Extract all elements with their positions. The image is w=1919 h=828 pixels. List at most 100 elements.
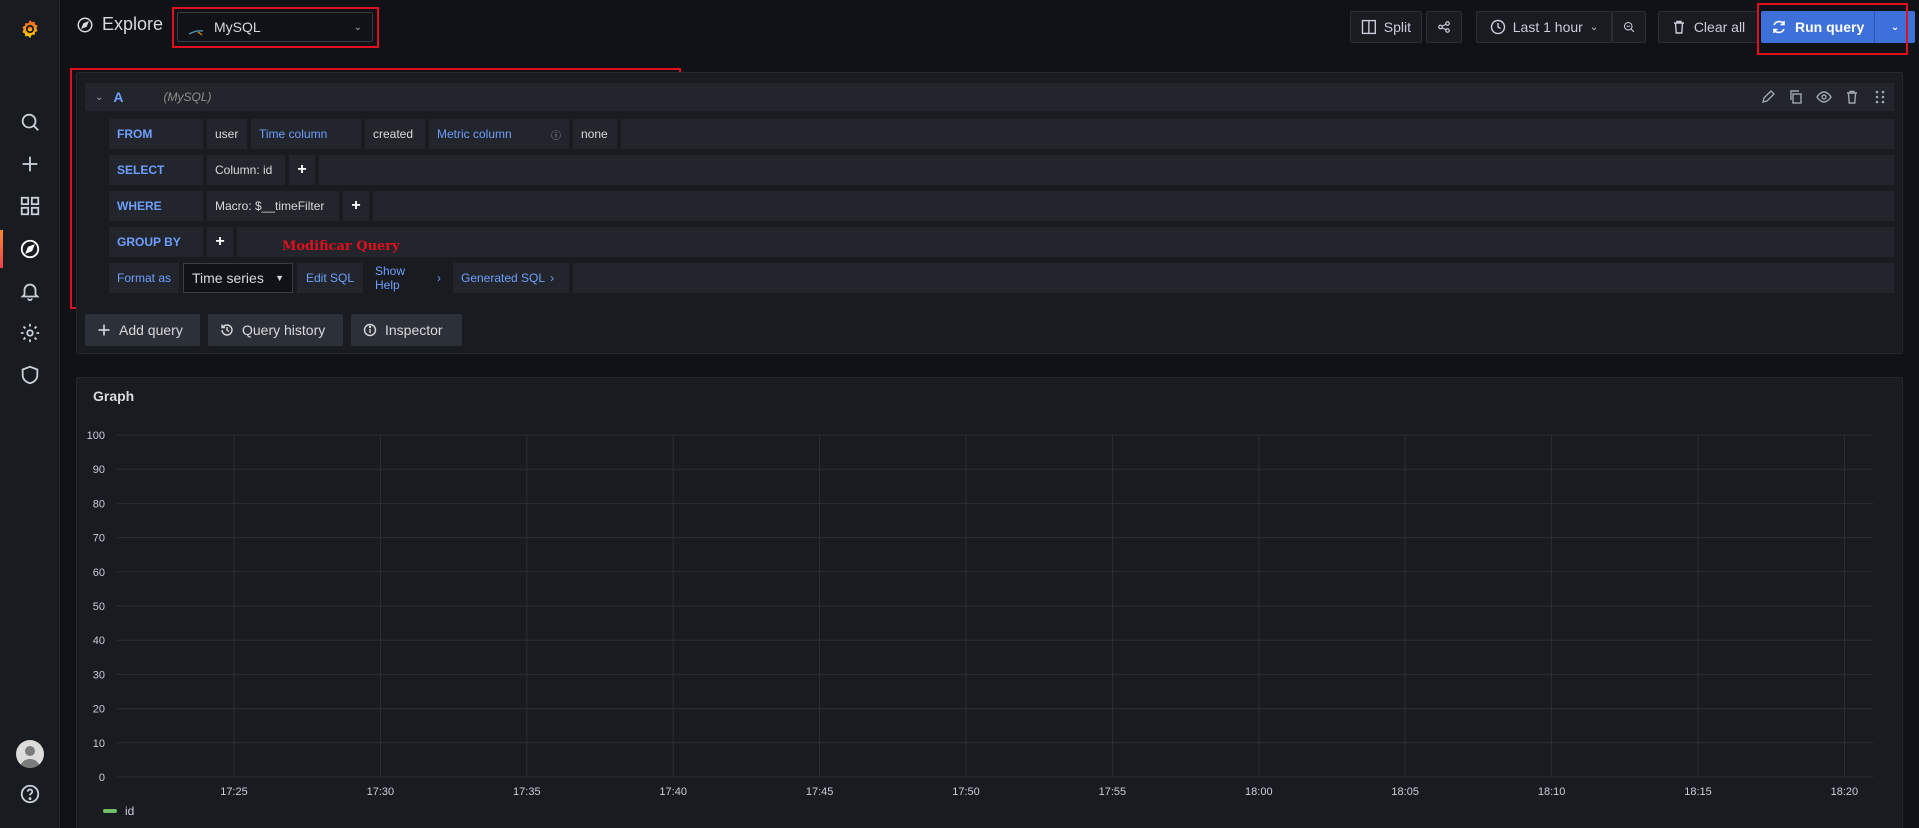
datasource-name: MySQL (214, 19, 261, 35)
x-tick-label: 17:35 (513, 786, 541, 798)
query-letter: A (113, 89, 124, 105)
x-tick-label: 18:10 (1538, 786, 1566, 798)
generated-sql-label: Generated SQL (461, 271, 546, 285)
x-tick-label: 17:40 (659, 786, 687, 798)
y-tick-label: 100 (87, 430, 105, 442)
inspector-label: Inspector (385, 322, 443, 338)
plus-icon[interactable] (0, 146, 60, 182)
where-macro[interactable]: Macro: $__timeFilter (207, 191, 339, 221)
format-as-label: Format as (109, 263, 179, 293)
bell-icon[interactable] (0, 273, 60, 309)
search-icon[interactable] (0, 104, 60, 140)
pencil-icon[interactable] (1760, 89, 1776, 105)
graph-plot[interactable]: 0 10 20 30 40 50 60 70 80 90 100 17:25 17:30 17:35 17:… (77, 378, 1902, 828)
avatar[interactable] (16, 740, 44, 768)
top-bar: Explore MySQL ⌄ Split Last 1 hour ⌄ Clea… (60, 0, 1919, 54)
chevron-right-icon: › (437, 271, 441, 285)
clear-all-button[interactable]: Clear all (1658, 11, 1758, 43)
select-row-filler (319, 155, 1894, 185)
info-icon[interactable]: ⓘ (551, 127, 561, 142)
drag-handle-icon[interactable] (1872, 89, 1888, 105)
graph-legend[interactable]: id (103, 804, 134, 818)
trash-icon[interactable] (1844, 89, 1860, 105)
run-query-main[interactable]: Run query (1761, 11, 1876, 43)
x-tick-label: 17:50 (952, 786, 980, 798)
x-tick-label: 18:20 (1831, 786, 1859, 798)
share-button[interactable] (1426, 11, 1462, 43)
query-row-actions (1760, 89, 1888, 105)
run-query-button[interactable]: Run query ⌄ (1761, 11, 1915, 43)
page-title-text: Explore (102, 14, 164, 34)
from-row-filler (621, 119, 1894, 149)
legend-series-name: id (125, 804, 135, 818)
compass-icon[interactable] (0, 231, 60, 267)
refresh-icon (1773, 20, 1785, 34)
y-tick-label: 70 (93, 533, 105, 545)
caret-down-icon: ▼ (275, 273, 284, 283)
grafana-logo-icon[interactable] (0, 11, 60, 47)
show-help-button[interactable]: Show Help › (367, 263, 449, 293)
compass-icon (77, 17, 93, 32)
x-tick-label: 18:00 (1245, 786, 1273, 798)
select-add-button[interactable]: + (289, 155, 315, 185)
copy-icon[interactable] (1788, 89, 1804, 105)
x-tick-label: 18:15 (1684, 786, 1712, 798)
history-icon (221, 324, 233, 336)
metric-column-value[interactable]: none (573, 119, 617, 149)
group-by-add-button[interactable]: + (207, 227, 233, 257)
add-query-label: Add query (119, 322, 183, 338)
dashboards-icon[interactable] (0, 188, 60, 224)
y-tick-label: 90 (93, 464, 105, 476)
metric-column-label: Metric column ⓘ (429, 119, 569, 149)
from-row: FROM user Time column created Metric col… (109, 119, 1894, 149)
query-history-button[interactable]: Query history (208, 314, 343, 346)
from-keyword: FROM (109, 119, 203, 149)
group-by-row-filler (237, 227, 1894, 257)
x-tick-label: 17:25 (220, 786, 248, 798)
time-range-picker[interactable]: Last 1 hour ⌄ (1476, 11, 1612, 43)
run-query-dropdown[interactable]: ⌄ (1875, 22, 1915, 33)
from-table[interactable]: user (207, 119, 247, 149)
query-editor-panel: ⌄ A (MySQL) FROM user Time column create… (76, 72, 1903, 354)
add-query-button[interactable]: Add query (85, 314, 200, 346)
info-icon (363, 323, 377, 337)
y-tick-label: 0 (99, 772, 105, 784)
eye-icon[interactable] (1816, 89, 1832, 105)
split-icon (1361, 19, 1376, 35)
where-add-button[interactable]: + (343, 191, 369, 221)
y-tick-label: 80 (93, 498, 105, 510)
split-label: Split (1383, 19, 1411, 35)
chevron-right-icon: › (550, 271, 555, 285)
format-row: Format as Time series ▼ Edit SQL Show He… (109, 263, 1894, 293)
where-row: WHERE Macro: $__timeFilter + (109, 191, 1894, 221)
datasource-picker[interactable]: MySQL ⌄ (177, 12, 373, 42)
clear-all-label: Clear all (1693, 19, 1746, 35)
select-column[interactable]: Column: id (207, 155, 285, 185)
where-keyword: WHERE (109, 191, 203, 221)
edit-sql-button[interactable]: Edit SQL (297, 263, 363, 293)
time-column-label: Time column (251, 119, 361, 149)
query-row-header[interactable]: ⌄ A (MySQL) (85, 83, 1894, 111)
generated-sql-button[interactable]: Generated SQL › (453, 263, 569, 293)
select-row: SELECT Column: id + (109, 155, 1894, 185)
collapse-chevron-icon[interactable]: ⌄ (95, 92, 103, 103)
format-select-value: Time series (192, 270, 264, 286)
gear-icon[interactable] (0, 315, 60, 351)
run-query-label: Run query (1795, 19, 1865, 35)
x-tick-label: 17:55 (1099, 786, 1127, 798)
x-tick-label: 17:30 (367, 786, 395, 798)
time-column-value[interactable]: created (365, 119, 425, 149)
clock-icon (1490, 19, 1505, 35)
show-help-label: Show Help (375, 264, 406, 292)
shield-icon[interactable] (0, 357, 60, 393)
chevron-down-icon: ⌄ (1589, 21, 1599, 33)
chevron-down-icon: ⌄ (1890, 21, 1900, 33)
format-select[interactable]: Time series ▼ (183, 263, 293, 293)
zoom-out-button[interactable] (1612, 11, 1646, 43)
split-button[interactable]: Split (1350, 11, 1422, 43)
inspector-button[interactable]: Inspector (351, 314, 462, 346)
query-datasource-label: (MySQL) (163, 90, 212, 104)
trash-icon (1673, 20, 1684, 34)
help-icon[interactable] (0, 776, 60, 812)
y-tick-label: 60 (93, 567, 105, 579)
